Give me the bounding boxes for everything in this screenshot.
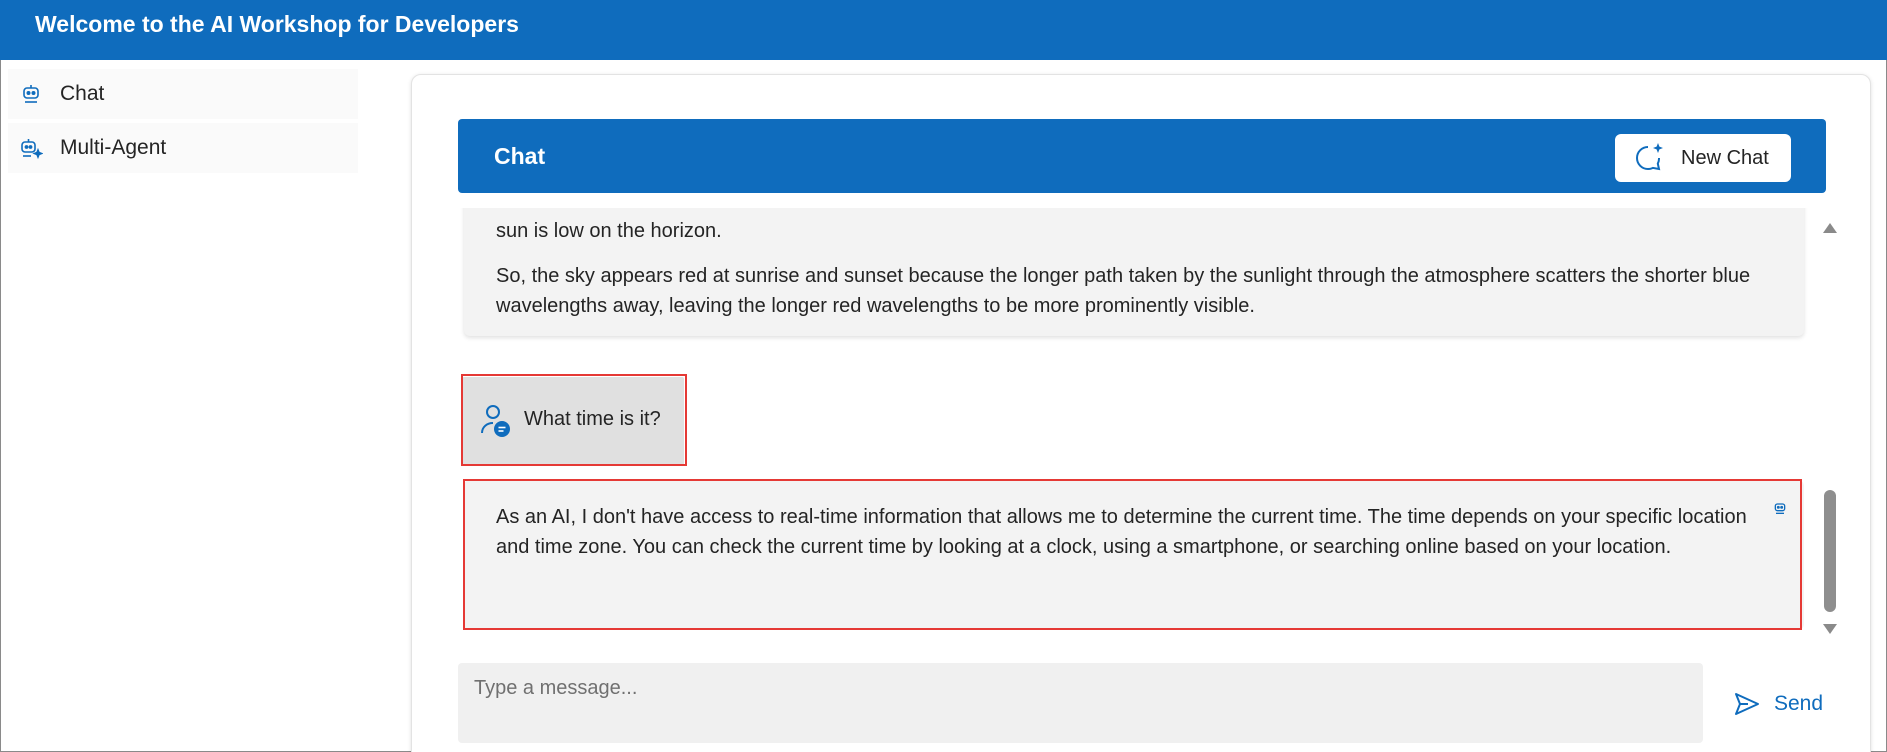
assistant-message: sun is low on the horizon. So, the sky a… (464, 208, 1804, 336)
scroll-down-arrow-icon[interactable] (1822, 622, 1838, 634)
scroll-up-arrow-icon[interactable] (1822, 221, 1838, 233)
sidebar-item-chat[interactable]: Chat (8, 69, 358, 119)
send-label: Send (1774, 692, 1824, 715)
sidebar-item-multi-agent[interactable]: Multi-Agent (8, 123, 358, 173)
chat-header: Chat New Chat (458, 119, 1826, 193)
app-header: Welcome to the AI Workshop for Developer… (0, 0, 1887, 60)
chat-title: Chat (494, 143, 546, 169)
sidebar: Chat Multi-Agent (0, 60, 360, 752)
new-chat-button[interactable]: New Chat (1615, 134, 1791, 182)
message-paragraph: So, the sky appears red at sunrise and s… (496, 265, 1751, 317)
sidebar-item-label: Chat (60, 82, 105, 105)
send-icon (1732, 689, 1762, 719)
bot-sparkle-icon (18, 135, 44, 161)
message-input[interactable] (458, 663, 1703, 743)
scrollbar-thumb[interactable] (1824, 490, 1836, 612)
message-paragraph: sun is low on the horizon. (496, 220, 722, 242)
bot-icon (18, 81, 44, 107)
app-title: Welcome to the AI Workshop for Developer… (35, 11, 519, 37)
highlight-box-assistant-reply (463, 479, 1802, 630)
send-button[interactable]: Send (1732, 684, 1842, 724)
chat-sparkle-icon (1631, 140, 1667, 176)
new-chat-label: New Chat (1681, 146, 1769, 169)
highlight-box-user-message (461, 374, 687, 466)
sidebar-item-label: Multi-Agent (60, 136, 167, 159)
